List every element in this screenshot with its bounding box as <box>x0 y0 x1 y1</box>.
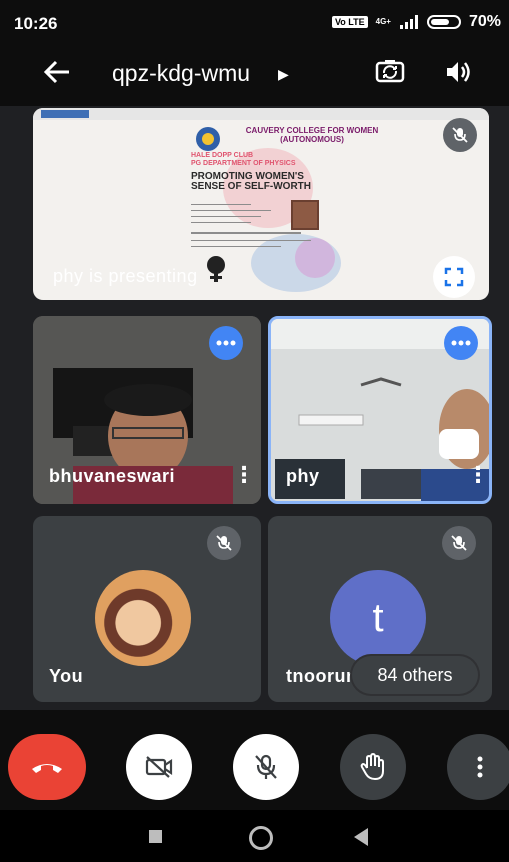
volte-badge: Vo LTE <box>331 16 368 28</box>
others-count[interactable]: 84 others <box>352 656 478 694</box>
back-arrow-icon[interactable] <box>42 58 72 94</box>
caret-right-icon[interactable]: ▶ <box>278 66 289 83</box>
signal-icon <box>399 15 418 29</box>
participant-name: You <box>49 666 84 686</box>
fullscreen-icon <box>444 267 464 287</box>
slide-club: HALE DOPP CLUB PG DEPARTMENT OF PHYSICS <box>191 152 296 167</box>
avatar: t <box>330 570 426 666</box>
meeting-header: qpz-kdg-wmu ▶ <box>0 44 509 106</box>
recents-icon[interactable] <box>149 830 162 843</box>
end-call-button[interactable] <box>8 734 86 800</box>
camera-off-icon <box>145 756 173 778</box>
status-bar: 10:26 Vo LTE 4G+ 70% <box>0 0 509 44</box>
mic-off-icon <box>443 118 477 152</box>
participant-name: bhuvaneswari <box>49 466 176 486</box>
status-time: 10:26 <box>14 14 58 33</box>
mic-off-icon <box>255 754 277 779</box>
presentation-tile[interactable]: CAUVERY COLLEGE FOR WOMEN (AUTONOMOUS) H… <box>33 108 489 300</box>
fullscreen-button[interactable] <box>433 256 475 298</box>
tile-menu-icon[interactable]: ⋮ <box>467 462 489 488</box>
participant-tile-you[interactable]: You <box>33 516 261 702</box>
college-logo-icon <box>196 127 220 151</box>
tile-menu-icon[interactable]: ⋮ <box>233 462 255 488</box>
avatar <box>95 570 191 666</box>
camera-toggle-button[interactable] <box>126 734 192 800</box>
meeting-code[interactable]: qpz-kdg-wmu <box>112 60 250 87</box>
phone-hangup-icon <box>32 764 62 773</box>
mic-toggle-button[interactable] <box>233 734 299 800</box>
participant-tile-phy[interactable]: phy ⋮ <box>268 316 492 504</box>
raise-hand-button[interactable] <box>340 734 406 800</box>
status-icons: Vo LTE 4G+ 70% <box>331 13 501 31</box>
more-dots-icon[interactable] <box>444 326 478 360</box>
more-dots-icon[interactable] <box>209 326 243 360</box>
home-icon[interactable] <box>249 826 273 850</box>
presenting-label: phy is presenting <box>53 266 198 286</box>
speaker-icon[interactable] <box>442 56 474 93</box>
participant-name: phy <box>286 466 320 486</box>
speaker-photo <box>291 200 319 230</box>
system-nav-bar <box>0 810 509 862</box>
mic-off-icon <box>207 526 241 560</box>
more-vert-icon <box>477 756 483 778</box>
battery-percent: 70% <box>468 13 501 30</box>
more-options-button[interactable] <box>447 734 509 800</box>
mic-off-icon <box>442 526 476 560</box>
raise-hand-icon <box>360 752 384 781</box>
switch-camera-icon[interactable] <box>374 55 406 92</box>
nav-back-icon[interactable] <box>354 828 368 846</box>
women-symbol-icon <box>207 256 225 282</box>
network-type: 4G+ <box>375 17 391 26</box>
call-controls <box>0 710 509 810</box>
slide-browser-bar <box>33 108 489 120</box>
participant-tile-bhuvaneswari[interactable]: bhuvaneswari ⋮ <box>33 316 261 504</box>
slide-college-name: CAUVERY COLLEGE FOR WOMEN (AUTONOMOUS) <box>245 126 379 144</box>
participant-name: tnoorun <box>286 666 358 686</box>
slide-heading: PROMOTING WOMEN'S SENSE OF SELF-WORTH <box>191 171 311 192</box>
battery-icon <box>426 15 461 29</box>
